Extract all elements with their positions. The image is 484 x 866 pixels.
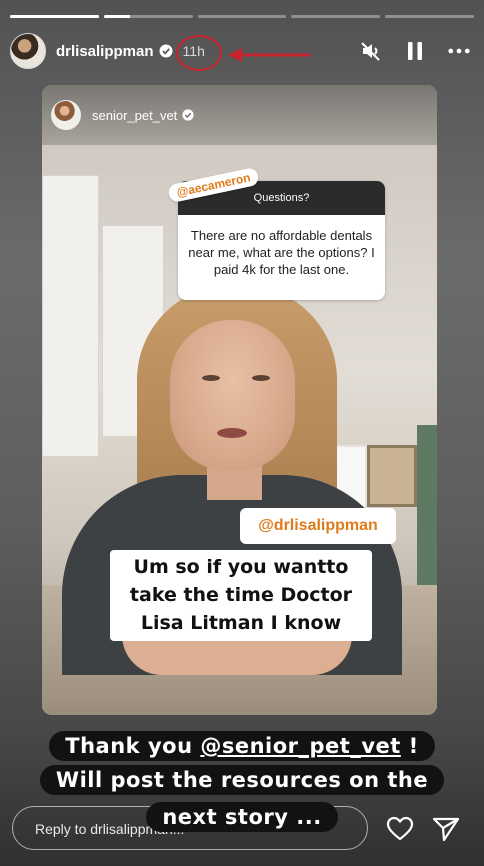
username[interactable]: drlisalippman: [56, 43, 154, 60]
progress-segment: [103, 15, 193, 18]
kitchen-cabinet: [42, 175, 99, 457]
overlay-text-line: Thank you @senior_pet_vet !: [0, 731, 484, 761]
person-eye: [252, 375, 270, 381]
progress-segment: [385, 15, 474, 18]
story-viewer[interactable]: drlisalippman 11h senior_pet_vet Questio…: [0, 0, 484, 866]
question-sticker: Questions? There are no affordable denta…: [178, 181, 385, 300]
post-time: 11h: [175, 35, 222, 71]
mention-sticker[interactable]: @drlisalippman: [240, 508, 396, 544]
progress-segment: [10, 15, 99, 18]
caption-line: Lisa Litman I know: [140, 612, 342, 634]
heart-icon[interactable]: [386, 816, 414, 842]
card-avatar[interactable]: [51, 100, 81, 130]
header-controls: [360, 40, 470, 62]
pause-icon[interactable]: [404, 40, 426, 62]
overlay-mention[interactable]: @senior_pet_vet: [200, 734, 400, 758]
caption-sticker: Um so if you wantto take the time Doctor…: [110, 550, 372, 641]
background-painting: [367, 445, 417, 507]
more-icon[interactable]: [448, 40, 470, 62]
overlay-text-line: Will post the resources on the: [0, 765, 484, 795]
annotation-circle: [175, 35, 222, 71]
question-text: There are no affordable dentals near me,…: [188, 228, 375, 277]
person-eye: [202, 375, 220, 381]
progress-segment: [291, 15, 381, 18]
avatar[interactable]: [10, 33, 46, 69]
person-face: [170, 320, 295, 470]
card-username[interactable]: senior_pet_vet: [92, 108, 177, 123]
caption-line: take the time Doctor: [129, 584, 353, 606]
muted-speaker-icon[interactable]: [360, 40, 382, 62]
story-progress: [10, 15, 474, 18]
background-wall: [417, 425, 437, 585]
caption-line: Um so if you wantto: [133, 556, 349, 578]
annotation-arrow-icon: [228, 48, 310, 62]
person-mouth: [217, 428, 247, 438]
send-icon[interactable]: [432, 816, 460, 842]
progress-segment: [197, 15, 287, 18]
verified-icon: [159, 44, 173, 58]
verified-icon: [182, 109, 194, 121]
card-header: senior_pet_vet: [42, 85, 437, 145]
